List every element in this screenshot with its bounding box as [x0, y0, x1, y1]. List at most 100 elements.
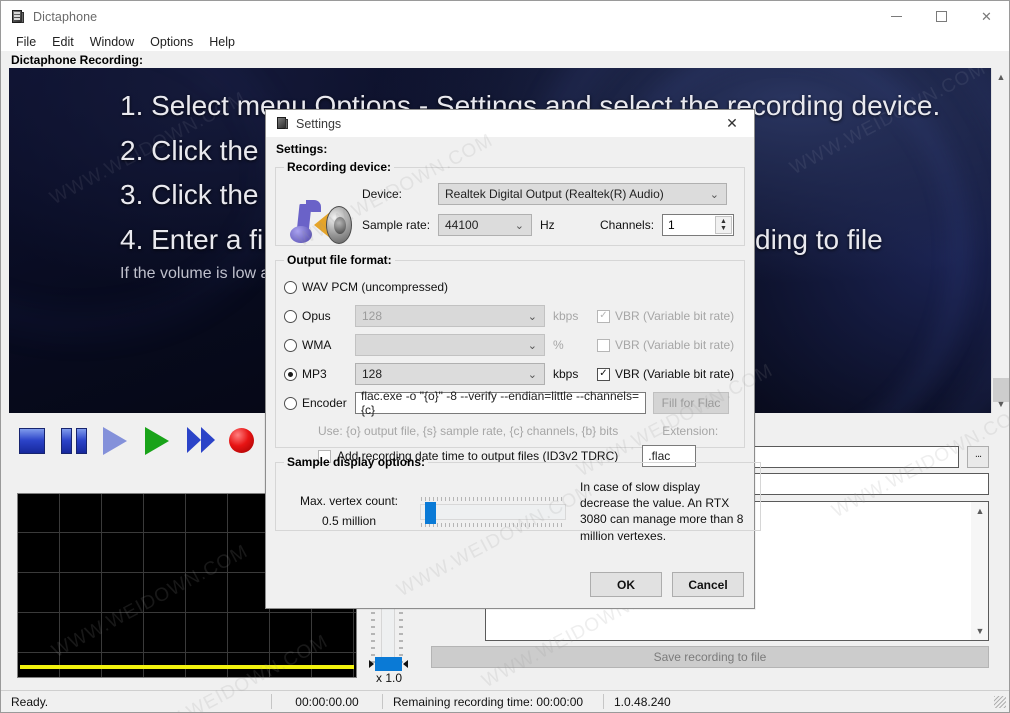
menu-bar: File Edit Window Options Help: [1, 32, 1009, 51]
status-version: 1.0.48.240: [614, 694, 671, 709]
dialog-close-button[interactable]: ✕: [710, 110, 754, 138]
notes-scrollbar[interactable]: ▲ ▼: [971, 502, 988, 640]
minimize-button[interactable]: [874, 1, 919, 32]
title-bar: Dictaphone ✕: [1, 1, 1009, 32]
max-vertex-label: Max. vertex count:: [299, 494, 399, 509]
instructions-scrollbar[interactable]: ▲ ▼: [991, 68, 1009, 413]
radio-encoder[interactable]: [284, 396, 297, 410]
maximize-button[interactable]: [919, 1, 964, 32]
play-outline-button[interactable]: [103, 426, 133, 456]
mp3-label: MP3: [302, 367, 327, 381]
wma-vbr-checkbox[interactable]: [597, 338, 610, 352]
wma-label: WMA: [302, 338, 332, 352]
radio-opus[interactable]: [284, 309, 297, 323]
resize-grip-icon[interactable]: [994, 695, 1006, 708]
menu-options[interactable]: Options: [142, 34, 201, 50]
max-vertex-slider[interactable]: [420, 496, 566, 528]
dialog-icon: [275, 116, 289, 131]
close-button[interactable]: ✕: [964, 1, 1009, 32]
mp3-bitrate-combobox[interactable]: 128 ⌄: [355, 363, 545, 385]
encoder-label: Encoder: [302, 396, 347, 410]
max-vertex-slider-thumb[interactable]: [425, 502, 436, 525]
encoder-command-input[interactable]: flac.exe -o "{o}" -8 --verify --endian=l…: [355, 389, 646, 417]
notes-scroll-down-icon[interactable]: ▼: [971, 622, 989, 640]
ok-button[interactable]: OK: [590, 572, 662, 597]
encoder-hint: Use: {o} output file, {s} sample rate, {…: [318, 424, 619, 438]
zoom-marker-right-icon: [403, 660, 408, 668]
sample-rate-label: Sample rate:: [362, 218, 431, 232]
dialog-title: Settings: [296, 116, 342, 131]
radio-wav[interactable]: [284, 280, 297, 294]
opus-bitrate-combobox[interactable]: 128 ⌄: [355, 305, 545, 327]
status-elapsed: 00:00:00.00: [295, 694, 359, 709]
opus-vbr-checkbox[interactable]: ✓: [597, 309, 610, 323]
play-button[interactable]: [145, 426, 175, 456]
radio-wma[interactable]: [284, 338, 297, 352]
fill-for-flac-button[interactable]: Fill for Flac: [653, 392, 729, 414]
menu-window[interactable]: Window: [82, 34, 142, 50]
fast-forward-button[interactable]: [187, 426, 217, 456]
zoom-slider-thumb[interactable]: [375, 657, 402, 671]
channels-value: 1: [668, 218, 675, 232]
browse-button[interactable]: ...: [967, 446, 989, 468]
output-format-group: Output file format: WAV PCM (uncompresse…: [275, 253, 745, 467]
app-icon: [10, 9, 26, 25]
close-icon: ✕: [981, 8, 992, 24]
waveform-signal-line: [20, 665, 354, 669]
opus-label: Opus: [302, 309, 331, 323]
channels-spinner[interactable]: 1 ▲ ▼: [662, 214, 734, 236]
status-remaining: Remaining recording time: 00:00:00: [393, 694, 584, 709]
hz-label: Hz: [540, 218, 555, 232]
opus-vbr-label: VBR (Variable bit rate): [615, 309, 735, 323]
device-combobox[interactable]: Realtek Digital Output (Realtek(R) Audio…: [438, 183, 727, 205]
wma-vbr-label: VBR (Variable bit rate): [615, 338, 735, 352]
zoom-slider[interactable]: x 1.0: [365, 601, 413, 696]
chevron-down-icon: ⌄: [709, 189, 719, 201]
mp3-bitrate-value: 128: [362, 367, 383, 381]
chevron-down-icon: ⌄: [527, 369, 537, 381]
zoom-slider-track[interactable]: [381, 603, 395, 665]
wma-bitrate-combobox[interactable]: ⌄: [355, 334, 545, 356]
dictaphone-window: Dictaphone ✕ File Edit Window Options He…: [0, 0, 1010, 713]
pause-button[interactable]: [61, 426, 91, 456]
recording-section-label: Dictaphone Recording:: [1, 51, 1009, 68]
menu-edit[interactable]: Edit: [44, 34, 82, 50]
device-value: Realtek Digital Output (Realtek(R) Audio…: [445, 187, 664, 201]
wma-unit: %: [553, 338, 564, 352]
stop-button[interactable]: [19, 426, 49, 456]
sample-display-hint: In case of slow display decrease the val…: [580, 480, 744, 543]
speaker-music-icon: [290, 200, 354, 252]
channels-label: Channels:: [600, 218, 655, 232]
opus-unit: kbps: [553, 309, 579, 323]
status-bar: Ready. 00:00:00.00 Remaining recording t…: [1, 690, 1009, 712]
recording-device-group: Recording device: Device: Realtek Digita…: [275, 160, 745, 246]
status-state: Ready.: [11, 694, 49, 709]
notes-scroll-up-icon[interactable]: ▲: [971, 502, 989, 520]
chevron-down-icon: ⌄: [527, 311, 537, 323]
settings-dialog: Settings ✕ Settings: Recording device: D…: [265, 109, 777, 609]
record-button[interactable]: [229, 426, 259, 456]
chevron-down-icon: ⌄: [514, 220, 524, 232]
sample-display-group: Sample display options: Max. vertex coun…: [275, 455, 761, 543]
close-icon: ✕: [726, 115, 738, 131]
mp3-vbr-checkbox[interactable]: ✓: [597, 367, 610, 381]
wav-label: WAV PCM (uncompressed): [302, 280, 449, 294]
scroll-up-icon[interactable]: ▲: [992, 68, 1009, 86]
scroll-down-icon[interactable]: ▼: [992, 395, 1009, 413]
save-recording-button[interactable]: Save recording to file: [431, 646, 989, 668]
mp3-vbr-label: VBR (Variable bit rate): [615, 367, 735, 381]
max-vertex-value: 0.5 million: [321, 514, 377, 529]
opus-bitrate-value: 128: [362, 309, 383, 323]
sample-display-legend: Sample display options:: [287, 455, 426, 469]
recording-device-legend: Recording device:: [287, 160, 392, 174]
output-format-legend: Output file format:: [287, 253, 392, 267]
extension-label: Extension:: [662, 424, 719, 438]
menu-help[interactable]: Help: [201, 34, 243, 50]
sample-rate-combobox[interactable]: 44100 ⌄: [438, 214, 532, 236]
spinner-arrows-icon[interactable]: ▲ ▼: [715, 216, 732, 234]
cancel-button[interactable]: Cancel: [672, 572, 744, 597]
dialog-subtitle: Settings:: [276, 142, 328, 156]
menu-file[interactable]: File: [8, 34, 44, 50]
radio-mp3[interactable]: [284, 367, 297, 381]
mp3-unit: kbps: [553, 367, 579, 381]
